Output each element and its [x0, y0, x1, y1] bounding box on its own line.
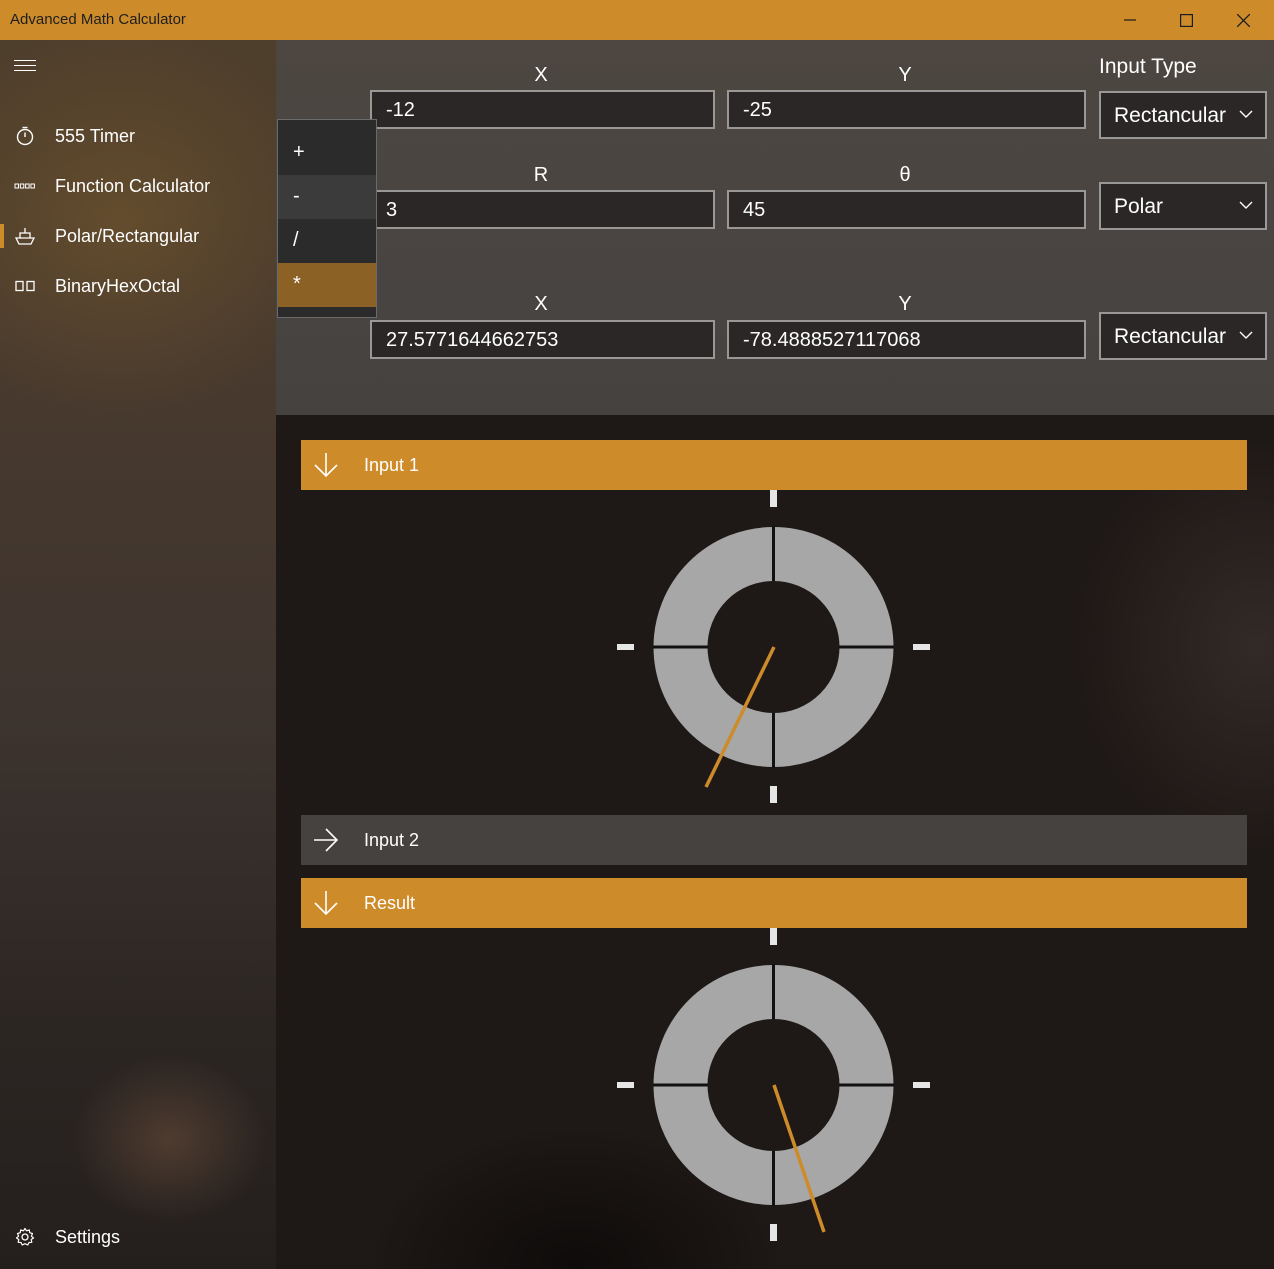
input1-y-field[interactable]: -25	[727, 90, 1086, 129]
result-type-select[interactable]: Rectancular	[1099, 312, 1267, 360]
input1-polar-dial	[617, 490, 930, 803]
settings-label: Settings	[55, 1226, 121, 1247]
arrow-down-icon	[314, 891, 338, 916]
input1-y-label: Y	[898, 64, 912, 86]
result-type-value: Rectancular	[1114, 325, 1227, 348]
navigation-pane: 555 Timer Function Calculator Polar/Rect…	[0, 40, 276, 1269]
tick-top	[770, 928, 777, 945]
result-x-label: X	[534, 293, 548, 315]
nav-item-function-calculator[interactable]: Function Calculator	[0, 162, 276, 210]
minimize-icon	[1123, 19, 1136, 21]
dial-ring	[653, 965, 894, 1205]
operator-option-divide[interactable]: /	[278, 219, 376, 263]
input1-type-select[interactable]: Rectancular	[1099, 91, 1267, 139]
maximize-icon	[1180, 13, 1193, 27]
operator-option-plus[interactable]: +	[278, 131, 376, 175]
result-polar-dial	[617, 928, 930, 1241]
operator-dropdown[interactable]: + - / *	[277, 119, 377, 318]
nav-label: BinaryHexOctal	[55, 275, 181, 296]
input-type-label: Input Type	[1099, 55, 1197, 78]
input2-section-header[interactable]: Input 2	[301, 815, 1247, 865]
nav-item-binaryhexoctal[interactable]: BinaryHexOctal	[0, 262, 276, 310]
nav-item-polar-rectangular[interactable]: Polar/Rectangular	[0, 212, 276, 260]
dots-icon	[14, 175, 36, 197]
close-icon	[1237, 13, 1250, 27]
tick-left	[617, 1082, 634, 1088]
input2-type-value: Polar	[1114, 195, 1164, 218]
nav-item-555-timer[interactable]: 555 Timer	[0, 112, 276, 160]
hamburger-icon	[14, 60, 36, 61]
input2-type-select[interactable]: Polar	[1099, 182, 1267, 230]
nav-label: Function Calculator	[55, 175, 211, 196]
arrow-right-icon	[314, 828, 339, 852]
input1-x-label: X	[534, 64, 548, 86]
window-title: Advanced Math Calculator	[10, 11, 186, 28]
tick-top	[770, 490, 777, 507]
tick-bottom	[770, 1224, 777, 1241]
input1-section-label: Input 1	[364, 455, 420, 475]
hamburger-menu-button[interactable]	[14, 60, 36, 80]
close-button[interactable]	[1215, 0, 1272, 40]
maximize-button[interactable]	[1158, 0, 1215, 40]
result-x-field[interactable]: 27.5771644662753	[370, 320, 715, 359]
input2-r-label: R	[533, 164, 549, 186]
title-bar: Advanced Math Calculator	[0, 0, 1274, 40]
input2-theta-field[interactable]: 45	[727, 190, 1086, 229]
tick-bottom	[770, 786, 777, 803]
input2-section-label: Input 2	[364, 830, 420, 850]
gear-icon	[14, 1226, 36, 1248]
nav-label: 555 Timer	[55, 125, 136, 146]
nav-label: Polar/Rectangular	[55, 225, 200, 246]
result-section-label: Result	[364, 893, 416, 913]
input1-x-field[interactable]: -12	[370, 90, 715, 129]
nav-item-settings[interactable]: Settings	[0, 1213, 276, 1261]
chevron-down-icon	[1239, 331, 1253, 339]
operator-option-multiply[interactable]: *	[278, 263, 376, 307]
result-section-header[interactable]: Result	[301, 878, 1247, 928]
stopwatch-icon	[14, 125, 36, 147]
result-y-label: Y	[898, 293, 912, 315]
input1-type-value: Rectancular	[1114, 104, 1227, 127]
tick-right	[913, 644, 930, 650]
input2-r-field[interactable]: 3	[370, 190, 715, 229]
input1-section-header[interactable]: Input 1	[301, 440, 1247, 490]
minimize-button[interactable]	[1101, 0, 1158, 40]
arrow-down-icon	[314, 453, 338, 478]
input2-theta-label: θ	[899, 164, 911, 186]
chevron-down-icon	[1239, 201, 1253, 209]
chevron-down-icon	[1239, 110, 1253, 118]
tick-left	[617, 644, 634, 650]
result-y-field[interactable]: -78.4888527117068	[727, 320, 1086, 359]
operator-option-minus[interactable]: -	[278, 175, 376, 219]
tick-right	[913, 1082, 930, 1088]
ship-icon	[14, 225, 36, 247]
two-boxes-icon	[14, 275, 36, 297]
